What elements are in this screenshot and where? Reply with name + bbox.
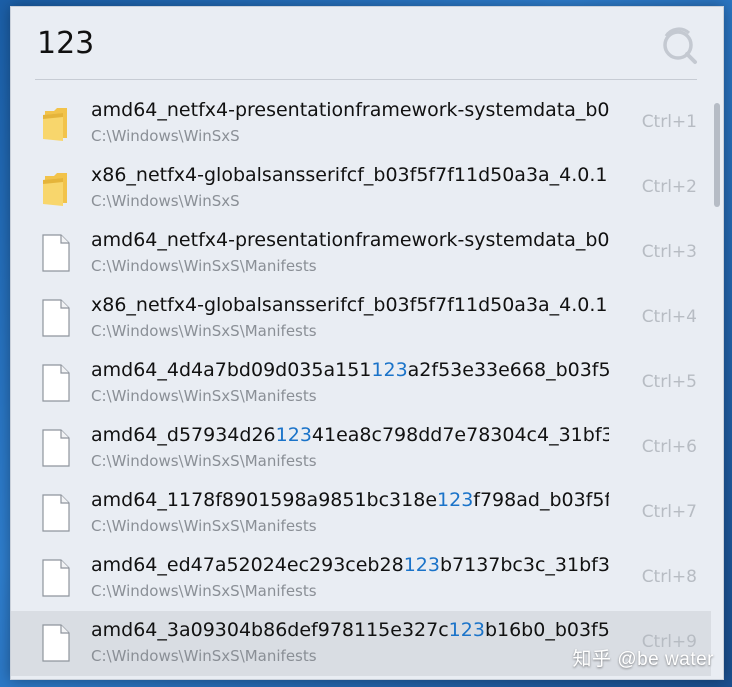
result-name-text: b7137bc3c_31bf3856ad364e35 [439,554,609,576]
result-row[interactable]: x86_netfx4-globalsansserifcf_b03f5f7f11d… [11,156,711,221]
result-row[interactable]: amd64_4d4a7bd09d035a151123a2f53e33e668_b… [11,351,711,416]
result-name-match: 123 [403,554,440,576]
search-bar [11,7,723,81]
result-name-text: amd64_netfx4-presentationframework-syste… [91,229,609,251]
result-name: amd64_4d4a7bd09d035a151123a2f53e33e668_b… [91,359,609,383]
folder-icon [43,173,67,206]
search-input[interactable] [37,21,637,65]
result-name-match: 123 [371,359,408,381]
result-path: C:\Windows\WinSxS\Manifests [91,452,317,470]
result-row[interactable]: x86_netfx4-globalsansserifcf_b03f5f7f11d… [11,286,711,351]
results-list: amd64_netfx4-presentationframework-syste… [11,91,723,679]
result-name-text: amd64_1178f8901598a9851bc318e [91,489,438,511]
result-path: C:\Windows\WinSxS\Manifests [91,517,317,535]
watermark: 知乎 @be water [572,649,714,670]
result-name-text: amd64_ed47a52024ec293ceb28 [91,554,404,576]
result-name-text: amd64_4d4a7bd09d035a151 [91,359,372,381]
result-shortcut: Ctrl+7 [641,502,697,522]
result-name-text: f798ad_b03f5f7f11d50a3a [473,489,609,511]
result-name-match: 123 [448,619,485,641]
result-path: C:\Windows\WinSxS\Manifests [91,582,317,600]
result-name-text: a2f53e33e668_b03f5f7f11d50a3a [407,359,609,381]
result-path: C:\Windows\WinSxS\Manifests [91,322,317,340]
result-name: amd64_3a09304b86def978115e327c123b16b0_b… [91,619,609,643]
result-name-text: amd64_netfx4-presentationframework-syste… [91,99,609,121]
result-name-text: x86_netfx4-globalsansserifcf_b03f5f7f11d… [91,164,609,186]
search-launcher-window: amd64_netfx4-presentationframework-syste… [10,6,724,680]
result-path: C:\Windows\WinSxS\Manifests [91,387,317,405]
result-row[interactable]: amd64_netfx4-presentationframework-syste… [11,221,711,286]
result-name: x86_netfx4-globalsansserifcf_b03f5f7f11d… [91,294,609,318]
result-shortcut: Ctrl+5 [641,372,697,392]
file-icon [42,624,70,662]
file-icon [42,234,70,272]
file-icon [42,559,70,597]
result-name-text: amd64_3a09304b86def978115e327c [91,619,449,641]
result-path: C:\Windows\WinSxS\Manifests [91,647,317,665]
result-path: C:\Windows\WinSxS [91,127,240,145]
result-name: x86_netfx4-globalsansserifcf_b03f5f7f11d… [91,164,609,188]
search-icon[interactable] [659,25,699,65]
file-icon [42,494,70,532]
result-row[interactable]: amd64_d57934d2612341ea8c798dd7e78304c4_3… [11,416,711,481]
scrollbar-thumb[interactable] [714,103,720,207]
result-path: C:\Windows\WinSxS\Manifests [91,257,317,275]
result-name: amd64_1178f8901598a9851bc318e123f798ad_b… [91,489,609,513]
file-icon [42,429,70,467]
result-shortcut: Ctrl+3 [641,242,697,262]
result-shortcut: Ctrl+2 [641,177,697,197]
results-scrollbar[interactable] [714,99,722,675]
result-name-text: x86_netfx4-globalsansserifcf_b03f5f7f11d… [91,294,609,316]
file-icon [42,299,70,337]
result-path: C:\Windows\WinSxS [91,192,240,210]
result-row[interactable]: amd64_netfx4-presentationframework-syste… [11,91,711,156]
result-name-text: amd64_d57934d26 [91,424,276,446]
result-name-text: 41ea8c798dd7e78304c4_31bf3856ad364e35 [311,424,609,446]
result-shortcut: Ctrl+1 [641,112,697,132]
file-icon [42,364,70,402]
result-shortcut: Ctrl+6 [641,437,697,457]
result-row[interactable]: amd64_1178f8901598a9851bc318e123f798ad_b… [11,481,711,546]
result-name: amd64_netfx4-presentationframework-syste… [91,99,609,123]
result-shortcut: Ctrl+4 [641,307,697,327]
result-name: amd64_d57934d2612341ea8c798dd7e78304c4_3… [91,424,609,448]
result-name: amd64_netfx4-presentationframework-syste… [91,229,609,253]
search-divider [35,79,697,80]
result-row[interactable]: amd64_ed47a52024ec293ceb28123b7137bc3c_3… [11,546,711,611]
result-name-match: 123 [437,489,474,511]
folder-icon [43,108,67,141]
result-name-text: b16b0_b03f5f7f11d50a3a [484,619,609,641]
result-shortcut: Ctrl+8 [641,567,697,587]
result-name: amd64_ed47a52024ec293ceb28123b7137bc3c_3… [91,554,609,578]
result-name-match: 123 [275,424,312,446]
